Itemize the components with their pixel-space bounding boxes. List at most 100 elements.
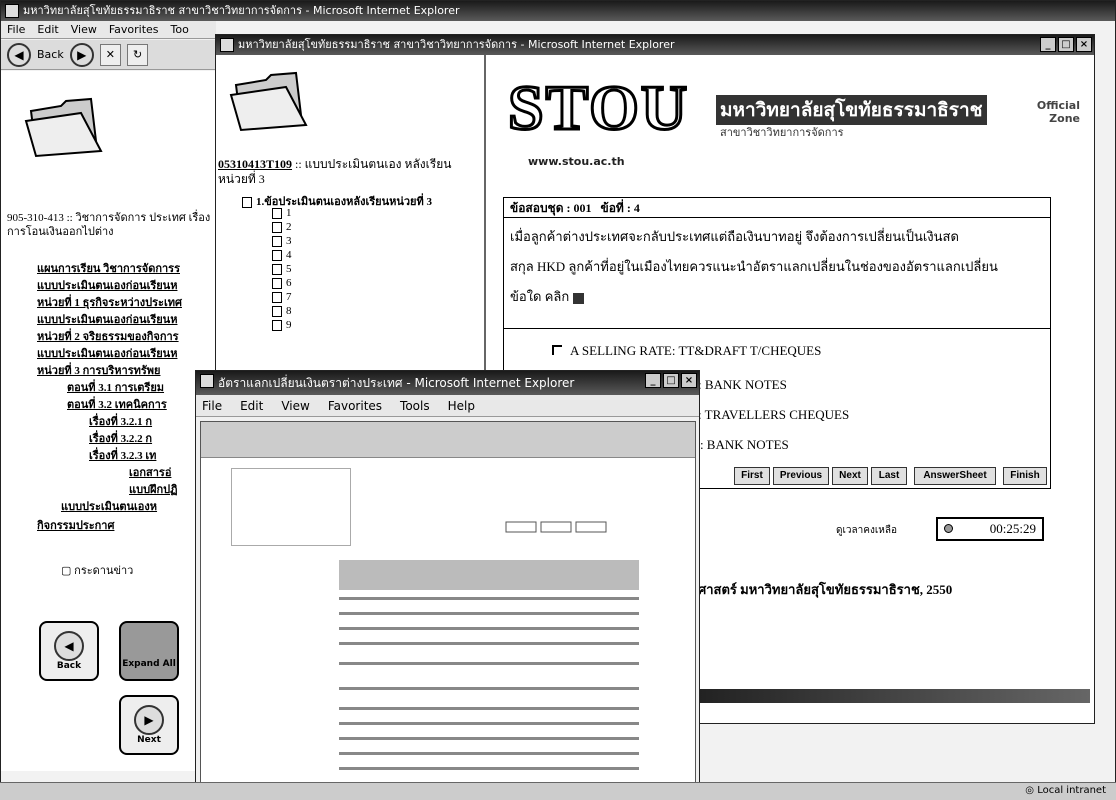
nav-back-label: Back (56, 661, 82, 671)
tree-item[interactable]: แบบประเมินตนเองก่อนเรียนห (37, 276, 177, 294)
back-button-label[interactable]: Back (37, 48, 64, 61)
question-header: ข้อสอบชุด : 001 ข้อที่ : 4 (504, 198, 1050, 218)
menu-file[interactable]: File (202, 395, 222, 416)
menu-tools[interactable]: Too (171, 21, 189, 38)
course-title: 905-310-413 :: วิชาการจัดการ ประเทศ เรื่… (7, 212, 211, 238)
tree-item[interactable]: แบบประเมินตนเองก่อนเรียนห (37, 344, 177, 362)
newspaper-label: กระดานข่าว (74, 565, 134, 577)
official-zone: Official Zone (1036, 99, 1080, 125)
ie-icon (5, 4, 19, 18)
question-item[interactable]: 8 (272, 305, 292, 317)
menu-favorites[interactable]: Favorites (328, 395, 382, 416)
nested-rate-table (339, 521, 639, 770)
answersheet-button[interactable]: AnswerSheet (914, 467, 996, 485)
nav-next-button[interactable]: ▶ Next (119, 695, 179, 755)
question-item[interactable]: 3 (272, 235, 292, 247)
back-menubar: File Edit View Favorites Too (1, 21, 216, 39)
tree-item[interactable]: แผนการเรียน วิชาการจัดการร (37, 259, 180, 277)
front-window-titlebar[interactable]: อัตราแลกเปลี่ยนเงินตราต่างประเทศ - Micro… (196, 371, 699, 395)
tree-item[interactable]: หน่วยที่ 1 ธุรกิจระหว่างประเทศ (37, 293, 182, 311)
tree-item[interactable]: แบบประเมินตนเองห (61, 497, 157, 515)
back-toolbar: ◀ Back ▶ ✕ ↻ (1, 40, 216, 70)
tree-item[interactable]: ตอนที่ 3.2 เทคนิคการ (67, 395, 167, 413)
timer-display: 00:25:29 (936, 517, 1044, 541)
minimize-button[interactable]: _ (1040, 37, 1056, 52)
expand-all-label: Expand All (122, 659, 176, 669)
previous-button[interactable]: Previous (773, 467, 829, 485)
menu-help[interactable]: Help (448, 395, 475, 416)
footer-bar (698, 689, 1090, 703)
tree-item[interactable]: กิจกรรมประกาศ (37, 516, 114, 534)
time-label: ดูเวลาคงเหลือ (836, 525, 897, 536)
stop-icon[interactable]: ✕ (99, 43, 121, 66)
tree-item[interactable]: เรื่องที่ 3.2.3 เท (89, 446, 156, 464)
mid-window-title: มหาวิทยาลัยสุโขทัยธรรมาธิราช สาขาวิชาวิท… (238, 38, 675, 51)
zone-indicator: ◎ Local intranet (1025, 785, 1106, 796)
question-item[interactable]: 4 (272, 249, 292, 261)
tree-item[interactable]: หน่วยที่ 3 การบริหารทรัพย (37, 361, 160, 379)
back-arrow-icon[interactable]: ◀ (7, 42, 31, 67)
minimize-button[interactable]: _ (645, 373, 661, 388)
question-text-line: เมื่อลูกค้าต่างประเทศจะกลับประเทศแต่ถือเ… (510, 229, 959, 244)
tree-item[interactable]: เอกสารอ่ (129, 463, 171, 481)
ie-icon (220, 38, 234, 52)
option-b[interactable]: : BANK NOTES (698, 377, 787, 393)
expand-all-button[interactable]: Expand All (119, 621, 179, 681)
menu-edit[interactable]: Edit (240, 395, 263, 416)
university-name: มหาวิทยาลัยสุโขทัยธรรมาธิราช (716, 95, 987, 125)
maximize-button[interactable]: □ (663, 373, 679, 388)
copyright-text: ศาสตร์ มหาวิทยาลัยสุโขทัยธรรมาธิราช, 255… (698, 582, 953, 597)
nav-back-button[interactable]: ◀ Back (39, 621, 99, 681)
first-button[interactable]: First (734, 467, 770, 485)
menu-view[interactable]: View (281, 395, 309, 416)
tree-item[interactable]: ตอนที่ 3.1 การเตรียม (67, 378, 164, 396)
timer-icon (944, 524, 953, 533)
option-c[interactable]: : TRAVELLERS CHEQUES (698, 407, 849, 423)
newspaper-link[interactable]: ▢ กระดานข่าว (61, 561, 133, 579)
question-item[interactable]: 2 (272, 221, 292, 233)
checkbox-icon[interactable] (552, 345, 562, 355)
tree-item[interactable]: หน่วยที่ 2 จริยธรรมของกิจการ (37, 327, 179, 345)
question-item[interactable]: 6 (272, 277, 292, 289)
globe-icon: ◎ (1025, 785, 1038, 796)
option-d[interactable]: E: BANK NOTES (692, 437, 789, 453)
status-bar: ◎ Local intranet (0, 782, 1116, 800)
maximize-button[interactable]: □ (1058, 37, 1074, 52)
left-arrow-icon: ◀ (54, 631, 84, 661)
close-button[interactable]: × (1076, 37, 1092, 52)
folder-icon (24, 97, 103, 158)
menu-edit[interactable]: Edit (37, 21, 58, 38)
option-a-label: A SELLING RATE: TT&DRAFT T/CHEQUES (570, 343, 822, 358)
menu-favorites[interactable]: Favorites (109, 21, 159, 38)
stou-header: STOU มหาวิทยาลัยสุโขทัยธรรมาธิราช สาขาวิ… (488, 55, 1088, 185)
nested-screenshot (200, 421, 696, 787)
front-window-title: อัตราแลกเปลี่ยนเงินตราต่างประเทศ - Micro… (218, 376, 575, 390)
menu-file[interactable]: File (7, 21, 25, 38)
part-label: ข้อสอบชุด : 001 (510, 201, 592, 215)
newspaper-icon: ▢ (61, 565, 75, 577)
tree-item[interactable]: แบบประเมินตนเองก่อนเรียนห (37, 310, 177, 328)
nested-toolbar (201, 422, 695, 458)
test-node[interactable]: 1.ข้อประเมินตนเองหลังเรียนหน่วยที่ 3 (242, 192, 432, 210)
next-button[interactable]: Next (832, 467, 868, 485)
refresh-icon[interactable]: ↻ (126, 43, 149, 66)
mid-window-titlebar[interactable]: มหาวิทยาลัยสุโขทัยธรรมาธิราช สาขาวิชาวิท… (216, 35, 1094, 55)
stou-logo: STOU (506, 71, 690, 145)
question-item[interactable]: 5 (272, 263, 292, 275)
question-item[interactable]: 7 (272, 291, 292, 303)
menu-view[interactable]: View (71, 21, 97, 38)
option-a[interactable]: A SELLING RATE: TT&DRAFT T/CHEQUES (552, 343, 821, 359)
tree-item[interactable]: แบบฝึกปฏิ (129, 480, 178, 498)
back-window-titlebar[interactable]: มหาวิทยาลัยสุโขทัยธรรมาธิราช สาขาวิชาวิท… (1, 1, 1115, 21)
menu-tools[interactable]: Tools (400, 395, 430, 416)
tree-item[interactable]: เรื่องที่ 3.2.1 ก (89, 412, 152, 430)
finish-button[interactable]: Finish (1003, 467, 1047, 485)
last-button[interactable]: Last (871, 467, 907, 485)
question-item[interactable]: 1 (272, 207, 292, 219)
forward-arrow-icon[interactable]: ▶ (69, 42, 94, 67)
close-button[interactable]: × (681, 373, 697, 388)
test-code[interactable]: 05310413T109 (218, 157, 292, 171)
question-item[interactable]: 9 (272, 319, 292, 331)
tree-item[interactable]: เรื่องที่ 3.2.2 ก (89, 429, 152, 447)
image-icon[interactable] (572, 292, 584, 304)
